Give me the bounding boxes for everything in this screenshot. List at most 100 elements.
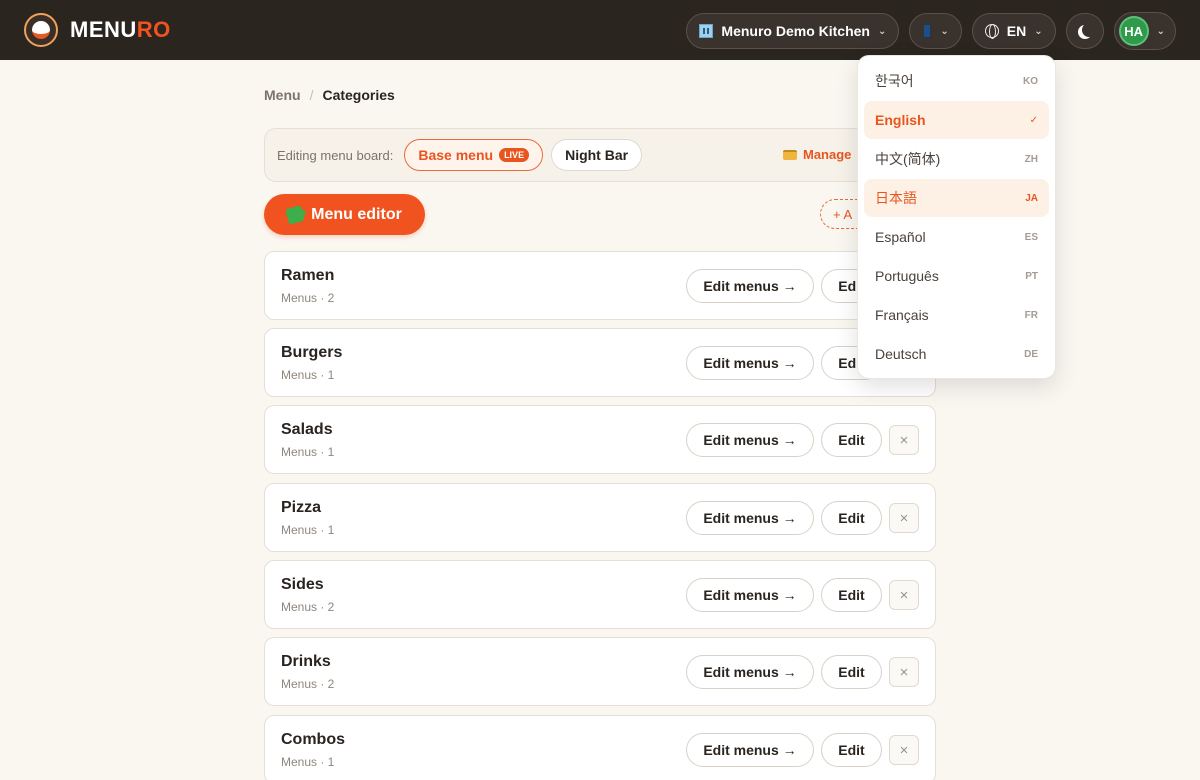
category-row: Drinks Menus · 2 Edit menus → Edit × bbox=[264, 637, 936, 706]
board-chip-label: Night Bar bbox=[565, 147, 629, 163]
edit-menus-button[interactable]: Edit menus → bbox=[686, 501, 814, 535]
category-menu-count: Menus · 1 bbox=[281, 445, 335, 459]
kitchen-selector[interactable]: Menuro Demo Kitchen ⌄ bbox=[686, 13, 900, 49]
category-name: Combos bbox=[281, 731, 345, 748]
language-option[interactable]: Português PT bbox=[864, 257, 1049, 295]
category-row: Burgers Menus · 1 Edit menus → Edit × bbox=[264, 328, 936, 397]
chevron-down-icon: ⌄ bbox=[877, 25, 887, 37]
category-menu-count: Menus · 1 bbox=[281, 755, 335, 769]
menu-editor-button[interactable]: Menu editor bbox=[264, 194, 425, 235]
breadcrumb-separator: / bbox=[309, 87, 314, 103]
category-name: Ramen bbox=[281, 267, 335, 284]
chevron-down-icon: ⌄ bbox=[1156, 25, 1165, 37]
category-row: Pizza Menus · 1 Edit menus → Edit × bbox=[264, 483, 936, 552]
close-icon: × bbox=[899, 431, 909, 449]
edit-menus-button[interactable]: Edit menus → bbox=[686, 269, 814, 303]
edit-category-button[interactable]: Edit bbox=[821, 655, 882, 689]
close-icon: × bbox=[899, 663, 909, 681]
chef-hat-icon bbox=[24, 13, 58, 47]
edit-menus-button[interactable]: Edit menus → bbox=[686, 578, 814, 612]
board-chip-base-menu[interactable]: Base menu LIVE bbox=[404, 139, 544, 171]
moon-icon bbox=[1082, 23, 1096, 37]
language-option-code: KO bbox=[1023, 75, 1038, 87]
breadcrumb-current: Categories bbox=[322, 87, 395, 103]
language-option[interactable]: Français FR bbox=[864, 296, 1049, 334]
category-name: Burgers bbox=[281, 344, 343, 361]
language-option-code: ✓ bbox=[1029, 114, 1038, 126]
menu-board-bar: Editing menu board: Base menu LIVE Night… bbox=[264, 128, 936, 182]
add-category-label: + A bbox=[833, 206, 853, 222]
delete-category-button[interactable]: × bbox=[889, 735, 919, 765]
board-chip-night-bar[interactable]: Night Bar bbox=[551, 139, 643, 171]
category-menu-count: Menus · 1 bbox=[281, 523, 335, 537]
edit-category-button[interactable]: Edit bbox=[821, 423, 882, 457]
theme-toggle[interactable] bbox=[1065, 13, 1104, 49]
language-option-label: 中文(简体) bbox=[875, 151, 941, 167]
language-option[interactable]: 한국어 KO bbox=[864, 62, 1049, 100]
language-selector[interactable]: EN ⌄ bbox=[971, 13, 1056, 49]
language-option[interactable]: Español ES bbox=[864, 218, 1049, 256]
category-name: Salads bbox=[281, 421, 333, 438]
globe-icon bbox=[984, 24, 999, 39]
edit-menus-button[interactable]: Edit menus → bbox=[686, 733, 814, 767]
language-option-label: 日本語 bbox=[875, 190, 917, 206]
chevron-down-icon: ⌄ bbox=[1034, 25, 1043, 37]
category-row: Combos Menus · 1 Edit menus → Edit × bbox=[264, 715, 936, 780]
close-icon: × bbox=[899, 509, 909, 527]
delete-category-button[interactable]: × bbox=[889, 657, 919, 687]
language-option-label: Français bbox=[875, 307, 929, 323]
brand-logo[interactable]: MENURO bbox=[24, 13, 171, 47]
folder-icon bbox=[783, 149, 797, 160]
language-option-label: 한국어 bbox=[875, 73, 914, 89]
edit-category-button[interactable]: Edit bbox=[821, 578, 882, 612]
manage-boards-link[interactable]: Manage bbox=[783, 147, 851, 162]
edit-category-button[interactable]: Edit bbox=[821, 501, 882, 535]
language-option-label: Español bbox=[875, 229, 926, 245]
language-label: EN bbox=[1006, 23, 1027, 39]
manage-label: Manage bbox=[803, 147, 852, 162]
user-menu[interactable]: HA ⌄ bbox=[1113, 12, 1176, 50]
brand-name: MENURO bbox=[70, 17, 171, 43]
category-name: Pizza bbox=[281, 499, 322, 516]
language-option-code: FR bbox=[1024, 309, 1038, 321]
edit-menus-button[interactable]: Edit menus → bbox=[686, 423, 814, 457]
menu-editor-label: Menu editor bbox=[311, 205, 402, 223]
language-option-code: ES bbox=[1024, 231, 1038, 243]
language-option-code: PT bbox=[1025, 270, 1038, 282]
language-option[interactable]: 中文(简体) ZH bbox=[864, 140, 1049, 178]
brand-name-main: MENU bbox=[70, 17, 137, 42]
language-option-label: Português bbox=[875, 268, 939, 284]
language-option-label: English bbox=[875, 112, 926, 128]
language-option[interactable]: Deutsch DE bbox=[864, 335, 1049, 373]
device-selector[interactable]: ⌄ bbox=[909, 13, 962, 49]
language-option[interactable]: English ✓ bbox=[864, 101, 1049, 139]
edit-menus-button[interactable]: Edit menus → bbox=[686, 346, 814, 380]
close-icon: × bbox=[899, 586, 909, 604]
avatar: HA bbox=[1118, 16, 1149, 46]
language-dropdown: 한국어 KO English ✓ 中文(简体) ZH 日本語 JA Españo… bbox=[857, 55, 1056, 379]
category-row: Sides Menus · 2 Edit menus → Edit × bbox=[264, 560, 936, 629]
edit-menus-button[interactable]: Edit menus → bbox=[686, 655, 814, 689]
chevron-down-icon: ⌄ bbox=[940, 25, 949, 37]
language-option-code: DE bbox=[1024, 348, 1038, 360]
close-icon: × bbox=[899, 741, 909, 759]
language-option-code: ZH bbox=[1024, 153, 1038, 165]
top-actions: Menuro Demo Kitchen ⌄ ⌄ EN ⌄ HA ⌄ bbox=[686, 12, 1176, 50]
language-option[interactable]: 日本語 JA bbox=[864, 179, 1049, 217]
breadcrumb-menu[interactable]: Menu bbox=[264, 87, 301, 103]
building-icon bbox=[699, 24, 714, 38]
board-label: Editing menu board: bbox=[277, 147, 394, 163]
delete-category-button[interactable]: × bbox=[889, 503, 919, 533]
category-menu-count: Menus · 2 bbox=[281, 600, 335, 614]
category-name: Sides bbox=[281, 576, 324, 593]
edit-category-button[interactable]: Edit bbox=[821, 733, 882, 767]
category-row: Ramen Menus · 2 Edit menus → Edit × bbox=[264, 251, 936, 320]
delete-category-button[interactable]: × bbox=[889, 425, 919, 455]
delete-category-button[interactable]: × bbox=[889, 580, 919, 610]
category-menu-count: Menus · 1 bbox=[281, 368, 335, 382]
brand-name-accent: RO bbox=[136, 17, 171, 42]
category-menu-count: Menus · 2 bbox=[281, 291, 335, 305]
breadcrumb: Menu / Categories bbox=[264, 87, 395, 103]
category-menu-count: Menus · 2 bbox=[281, 677, 335, 691]
board-chip-label: Base menu bbox=[418, 147, 494, 163]
